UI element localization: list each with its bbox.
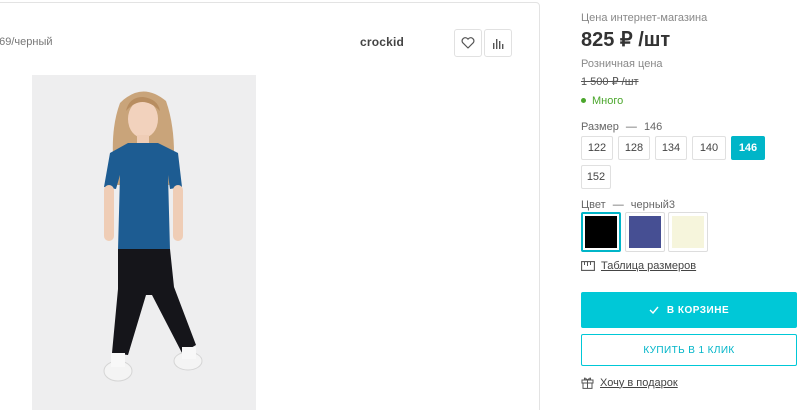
retail-price: 1 500 ₽ /шт — [581, 76, 639, 88]
size-option[interactable]: 122 — [581, 136, 613, 160]
color-swatch-fill — [585, 216, 617, 248]
product-card: 669/черный crockid — [0, 2, 540, 410]
checkmark-icon — [649, 306, 659, 314]
buy-one-click-button[interactable]: КУПИТЬ В 1 КЛИК — [581, 334, 797, 366]
color-swatch[interactable] — [668, 212, 708, 252]
gift-label: Хочу в подарок — [600, 376, 678, 389]
online-price: 825 ₽ /шт — [581, 29, 671, 51]
size-label-row: Размер — 146 — [581, 121, 662, 133]
size-option[interactable]: 128 — [618, 136, 650, 160]
size-option[interactable]: 152 — [581, 165, 611, 189]
size-option-selected[interactable]: 146 — [731, 136, 765, 160]
bar-chart-icon — [493, 38, 504, 49]
color-label: Цвет — [581, 199, 606, 211]
size-selected-value: 146 — [643, 121, 663, 133]
online-price-label: Цена интернет-магазина — [581, 12, 708, 24]
color-label-row: Цвет — черный3 — [581, 199, 675, 211]
product-photo[interactable] — [32, 75, 256, 410]
stock-text: Много — [592, 95, 624, 107]
size-option[interactable]: 134 — [655, 136, 687, 160]
color-swatch-fill — [629, 216, 661, 248]
favorite-button[interactable] — [454, 29, 482, 57]
color-swatch[interactable] — [625, 212, 665, 252]
color-dash: — — [612, 199, 624, 211]
compare-button[interactable] — [484, 29, 512, 57]
ruler-icon — [581, 261, 595, 271]
stock-status: Много — [581, 95, 623, 107]
size-dash: — — [625, 121, 637, 133]
product-sku: 669/черный — [0, 36, 53, 48]
size-table-label: Таблица размеров — [601, 260, 697, 272]
buy-one-click-label: КУПИТЬ В 1 КЛИК — [643, 344, 735, 356]
gift-icon — [581, 377, 594, 389]
product-image — [103, 91, 203, 382]
brand-name: crockid — [360, 35, 405, 49]
stock-dot-icon — [581, 98, 586, 103]
color-selected-value: черный3 — [630, 199, 675, 211]
size-label: Размер — [581, 121, 619, 133]
color-swatch-selected[interactable] — [581, 212, 621, 252]
in-cart-button[interactable]: В КОРЗИНЕ — [581, 292, 797, 328]
retail-price-label: Розничная цена — [581, 58, 663, 70]
brand-logo[interactable]: crockid — [360, 35, 404, 49]
heart-icon — [461, 37, 475, 49]
in-cart-label: В КОРЗИНЕ — [666, 304, 730, 316]
color-swatch-fill — [672, 216, 704, 248]
gift-link[interactable]: Хочу в подарок — [581, 376, 678, 389]
size-option[interactable]: 140 — [692, 136, 726, 160]
size-table-link[interactable]: Таблица размеров — [581, 260, 696, 272]
